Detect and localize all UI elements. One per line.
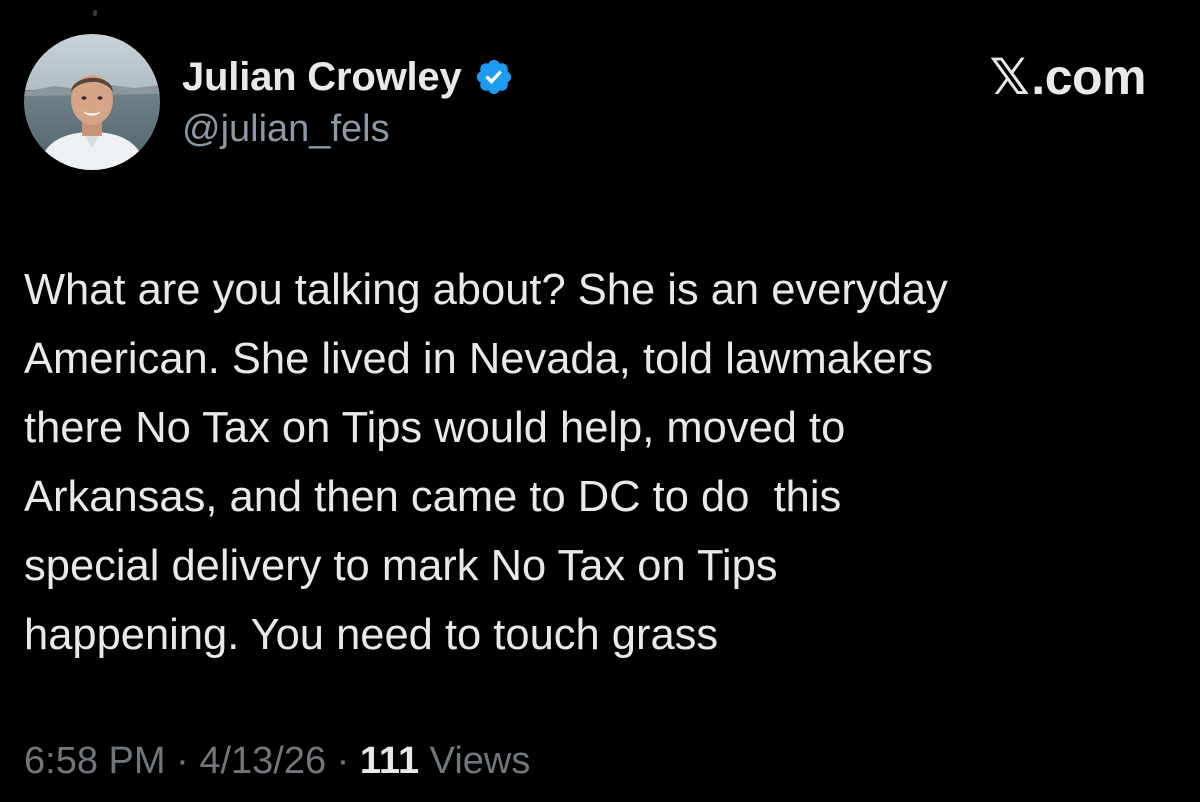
brand-domain: .com bbox=[1031, 49, 1146, 105]
tweet-meta: 6:58 PM · 4/13/26 · 111 Views bbox=[24, 740, 530, 783]
tweet-text: What are you talking about? She is an ev… bbox=[24, 256, 1164, 670]
x-logo-icon: 𝕏 bbox=[989, 48, 1030, 106]
avatar-image bbox=[24, 34, 160, 170]
brand-logo: 𝕏.com bbox=[990, 48, 1147, 106]
tweet-text-line: special delivery to mark No Tax on Tips bbox=[24, 542, 778, 590]
tweet-text-line: What are you talking about? She is an ev… bbox=[24, 266, 948, 314]
author-header: Julian Crowley bbox=[182, 52, 514, 102]
views-label: Views bbox=[419, 740, 531, 782]
meta-separator: · bbox=[165, 740, 200, 782]
tweet-text-line: Arkansas, and then came to DC to do this bbox=[24, 473, 842, 521]
avatar[interactable] bbox=[24, 34, 160, 170]
tweet-text-line: American. She lived in Nevada, told lawm… bbox=[24, 335, 934, 383]
tweet-text-line: there No Tax on Tips would help, moved t… bbox=[24, 404, 846, 452]
top-indicator-dot bbox=[93, 10, 97, 16]
author-name[interactable]: Julian Crowley bbox=[182, 55, 462, 100]
author-handle[interactable]: @julian_fels bbox=[182, 108, 390, 151]
verified-badge-icon bbox=[476, 59, 511, 95]
tweet-date[interactable]: 4/13/26 bbox=[199, 740, 326, 782]
tweet-time[interactable]: 6:58 PM bbox=[24, 740, 166, 782]
meta-separator: · bbox=[326, 740, 360, 782]
tweet-text-line: happening. You need to touch grass bbox=[24, 611, 719, 659]
views-count[interactable]: 111 bbox=[360, 740, 419, 782]
